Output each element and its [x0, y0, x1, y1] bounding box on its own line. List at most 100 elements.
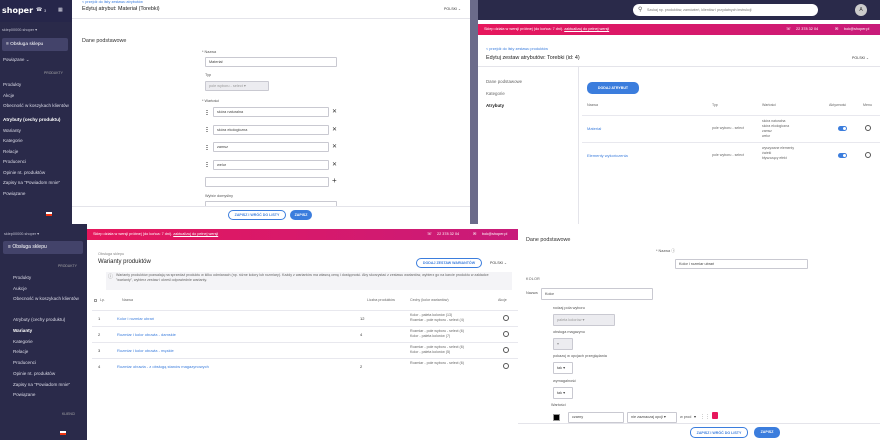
- global-search[interactable]: ⚲: [633, 4, 818, 16]
- obsluga-select[interactable]: ▾: [553, 338, 573, 350]
- language-select[interactable]: POLSKI ⌄: [490, 261, 507, 265]
- variant-set-link[interactable]: Rozmiar i kolor obuwia - damskie: [117, 332, 176, 337]
- language-flag-icon[interactable]: [46, 212, 52, 216]
- main-menu-button[interactable]: ≡ Obsługa sklepu: [2, 38, 68, 51]
- sidebar-item[interactable]: Kategorie: [0, 136, 72, 147]
- menu-grid-icon[interactable]: ▦: [58, 7, 63, 13]
- phone-number[interactable]: 22 378 32 04: [796, 24, 818, 35]
- drag-handle-icon[interactable]: [206, 109, 208, 115]
- variant-set-link[interactable]: Rozmiar obuwia - z obsługą stanów magazy…: [117, 364, 209, 369]
- sidebar-item[interactable]: Warianty: [0, 326, 87, 337]
- trash-icon[interactable]: [712, 412, 718, 419]
- color-swatch[interactable]: [553, 414, 560, 421]
- name-label: * Nazwa: [202, 50, 217, 54]
- save-back-button[interactable]: ZAPISZ I WRÓĆ DO LISTY: [228, 210, 286, 220]
- color-name-input[interactable]: czarny: [568, 412, 624, 423]
- name-input[interactable]: Materiał: [205, 57, 337, 67]
- gear-icon[interactable]: [503, 331, 509, 337]
- sidebar-item[interactable]: Aukcje: [0, 284, 87, 295]
- tab-categories[interactable]: Kategorie: [486, 91, 505, 96]
- upgrade-link[interactable]: zaktualizuj do pełnej wersji: [564, 27, 609, 31]
- drag-handle-icon[interactable]: ⋮⋮: [700, 414, 710, 420]
- sidebar-item[interactable]: Akcje: [0, 91, 72, 102]
- close-icon[interactable]: ✕: [332, 109, 337, 115]
- select-all-checkbox[interactable]: [94, 299, 97, 302]
- gear-icon[interactable]: [865, 125, 871, 131]
- variant-set-link[interactable]: Rozmiar i kolor obuwia - męskie: [117, 348, 174, 353]
- bell-icon[interactable]: ☎: [36, 7, 42, 13]
- add-attribute-button[interactable]: DODAJ ATRYBUT: [587, 82, 639, 94]
- new-value-input[interactable]: [205, 177, 329, 187]
- sidebar-item[interactable]: Kategorie: [0, 337, 87, 348]
- tab-attributes[interactable]: Atrybuty: [486, 103, 504, 108]
- gear-icon[interactable]: [503, 315, 509, 321]
- value-input[interactable]: skóra ekologiczna: [213, 124, 329, 135]
- wymagalnosc-select[interactable]: tak ▾: [553, 387, 573, 399]
- rodzaj-select[interactable]: paleta kolorów ▾: [553, 314, 615, 326]
- sidebar-item[interactable]: Opinie nt. produktów: [0, 369, 87, 380]
- user-avatar[interactable]: A: [855, 4, 867, 16]
- shop-selector[interactable]: sklep00000.shoper ▾: [4, 231, 39, 236]
- add-value-icon[interactable]: +: [332, 177, 337, 185]
- active-toggle[interactable]: [838, 153, 847, 158]
- gear-icon[interactable]: [865, 152, 871, 158]
- breadcrumb[interactable]: < przejdź do listy zestawu atrybutów: [82, 0, 143, 4]
- attribute-name-link[interactable]: Materiał: [587, 126, 601, 131]
- search-input[interactable]: [647, 6, 812, 14]
- upgrade-link[interactable]: zaktualizuj do pełnej wersji: [173, 232, 218, 236]
- pokaz-select[interactable]: tak ▾: [553, 362, 573, 374]
- chevron-down-icon[interactable]: ▾: [694, 414, 696, 419]
- value-input[interactable]: zamsz: [213, 142, 329, 152]
- variant-set-link[interactable]: Kolor i rozmiar ubrań: [117, 316, 154, 321]
- sidebar-item[interactable]: Obecność w koszykach klientów: [0, 294, 87, 315]
- save-button[interactable]: ZAPISZ: [754, 427, 780, 438]
- support-email[interactable]: bok@shoper.pl: [482, 229, 507, 240]
- gear-icon[interactable]: [503, 347, 509, 353]
- breadcrumb[interactable]: Obsługa sklepu: [98, 252, 124, 256]
- sidebar-item[interactable]: Warianty: [0, 126, 72, 137]
- field-name-label: Nazwa: [526, 291, 538, 295]
- language-select[interactable]: POLSKI ⌄: [852, 56, 869, 60]
- close-icon[interactable]: ✕: [332, 162, 337, 168]
- language-select[interactable]: POLSKI ⌄: [444, 7, 461, 11]
- active-toggle[interactable]: [838, 126, 847, 131]
- phone-number[interactable]: 22 378 32 04: [437, 229, 459, 240]
- save-button[interactable]: ZAPISZ: [290, 210, 312, 220]
- drag-handle-icon[interactable]: [206, 144, 208, 150]
- language-flag-icon[interactable]: [60, 431, 66, 435]
- sidebar-item[interactable]: Zapisy na "Powiadom mnie": [0, 380, 87, 391]
- sidebar-item[interactable]: Relacje: [0, 347, 87, 358]
- type-select[interactable]: pole wyboru - select ▾: [205, 81, 269, 91]
- shop-selector[interactable]: sklep00000.shoper ▾: [2, 27, 37, 32]
- breadcrumb[interactable]: < przejdź do listy zestawu produktów: [486, 47, 548, 51]
- gear-icon[interactable]: [503, 363, 509, 369]
- tab-basic[interactable]: Dane podstawowe: [486, 79, 522, 84]
- sidebar-item[interactable]: Atrybuty (cechy produktu): [0, 115, 72, 126]
- sidebar-item[interactable]: Producenci: [0, 157, 72, 168]
- add-variant-set-button[interactable]: DODAJ ZESTAW WARIANTÓW: [416, 258, 482, 268]
- value-input[interactable]: skóra naturalna: [213, 107, 329, 117]
- main-menu-button[interactable]: ≡ Obsługa sklepu: [3, 241, 83, 254]
- sidebar-item[interactable]: Relacje: [0, 147, 72, 158]
- sidebar-item[interactable]: Powiązane: [0, 390, 87, 401]
- drag-handle-icon[interactable]: [206, 162, 208, 167]
- drag-handle-icon[interactable]: [206, 127, 208, 132]
- sidebar-item[interactable]: Atrybuty (cechy produktu): [0, 315, 87, 326]
- field-name-input[interactable]: Kolor: [541, 288, 653, 300]
- sidebar-item[interactable]: Powiązane: [0, 189, 72, 200]
- close-icon[interactable]: ✕: [332, 127, 337, 133]
- close-icon[interactable]: ✕: [332, 144, 337, 150]
- attribute-name-link[interactable]: Elementy wykończenia: [587, 153, 628, 158]
- default-option-select[interactable]: nie zaznaczaj opcji ▾: [627, 412, 677, 423]
- sidebar-item[interactable]: Producenci: [0, 358, 87, 369]
- sidebar-item[interactable]: Opinie nt. produktów: [0, 168, 72, 179]
- sidebar-item[interactable]: Zapisy na "Powiadom mnie": [0, 178, 72, 189]
- sidebar-item[interactable]: Obecność w koszykach klientów: [0, 101, 72, 115]
- support-email[interactable]: bok@shoper.pl: [844, 24, 869, 35]
- name-input[interactable]: Kolor i rozmiar ubrań: [675, 259, 808, 269]
- value-input[interactable]: welur: [213, 159, 329, 170]
- save-back-button[interactable]: ZAPISZ I WRÓĆ DO LISTY: [690, 427, 748, 438]
- related-toggle[interactable]: Powiązane ⌄: [3, 57, 29, 63]
- sidebar-item[interactable]: Produkty: [0, 80, 72, 91]
- sidebar-item[interactable]: Produkty: [0, 273, 87, 284]
